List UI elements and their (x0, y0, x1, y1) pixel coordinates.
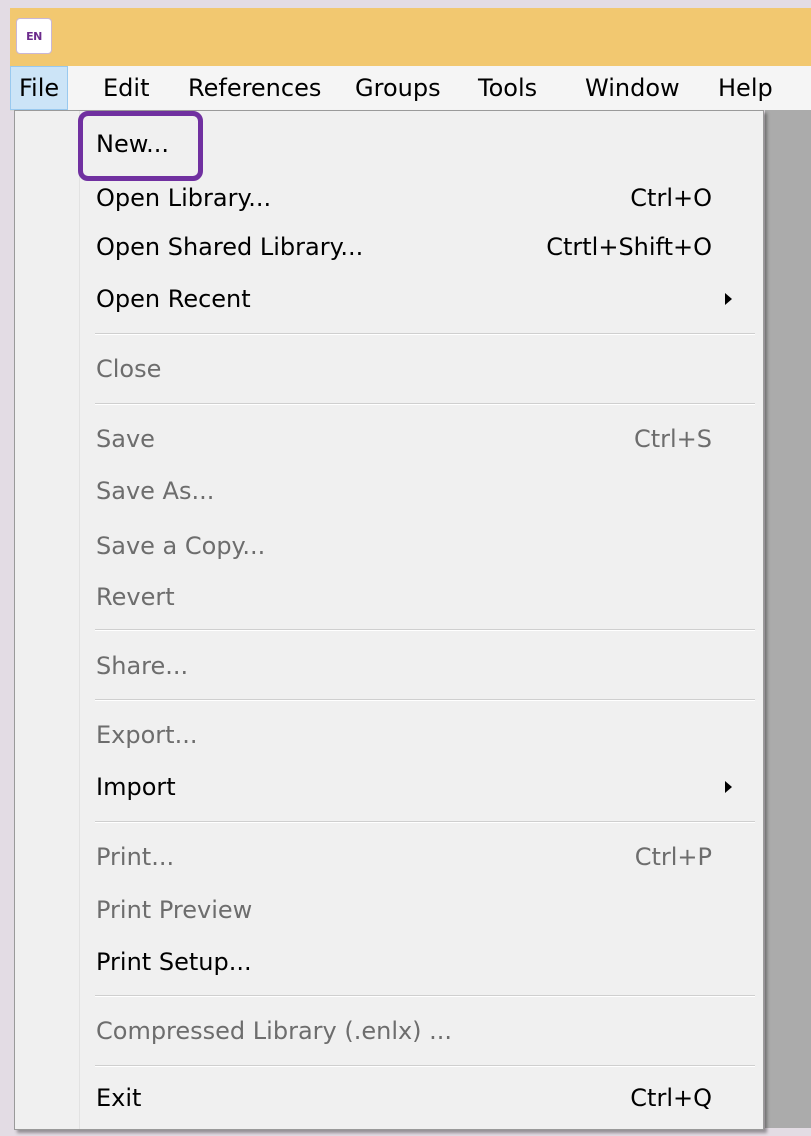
menu-item-share[interactable]: Share... (80, 641, 760, 691)
menu-references[interactable]: References (188, 66, 321, 110)
menu-item-shortcut: Ctrl+P (634, 843, 712, 871)
menu-item-save-a-copy[interactable]: Save a Copy... (80, 521, 760, 571)
menu-item-open-recent[interactable]: Open Recent (80, 274, 760, 324)
menu-item-shortcut: Ctrtl+Shift+O (546, 233, 712, 261)
submenu-arrow-icon (725, 293, 732, 305)
menu-item-print-setup[interactable]: Print Setup... (80, 937, 760, 987)
menu-tools[interactable]: Tools (478, 66, 537, 110)
menu-item-label: Share... (96, 652, 189, 680)
menu-item-exit[interactable]: Exit Ctrl+Q (80, 1073, 760, 1123)
menu-item-label: Revert (96, 583, 175, 611)
menu-item-import[interactable]: Import (80, 762, 760, 812)
menu-item-export[interactable]: Export... (80, 710, 760, 760)
menu-separator (95, 333, 755, 335)
menu-icon-gutter (15, 111, 80, 1129)
menu-item-shortcut: Ctrl+S (633, 425, 712, 453)
menu-file[interactable]: File (10, 66, 69, 110)
menu-item-label: Close (96, 355, 162, 383)
submenu-arrow-icon (725, 781, 732, 793)
menu-separator (95, 629, 755, 631)
menu-item-label: Save a Copy... (96, 532, 266, 560)
menu-item-print-preview[interactable]: Print Preview (80, 885, 760, 935)
menu-item-compressed-library[interactable]: Compressed Library (.enlx) ... (80, 1006, 760, 1056)
menu-item-label: Import (96, 773, 176, 801)
menu-bar: File Edit References Groups Tools Window… (10, 66, 811, 111)
menu-item-label: Save As... (96, 477, 215, 505)
menu-item-label: Exit (96, 1084, 142, 1112)
endnote-app-icon[interactable]: EN (16, 18, 52, 54)
menu-item-save[interactable]: Save Ctrl+S (80, 414, 760, 464)
callout-highlight-box (78, 111, 203, 181)
app-icon-text: EN (26, 29, 42, 43)
menu-separator (95, 995, 755, 997)
menu-window[interactable]: Window (585, 66, 680, 110)
menu-item-revert[interactable]: Revert (80, 572, 760, 622)
menu-item-label: Print Setup... (96, 948, 252, 976)
menu-separator (95, 821, 755, 823)
menu-item-label: Open Shared Library... (96, 233, 364, 261)
application-window: EN File Edit References Groups Tools Win… (0, 0, 811, 1136)
menu-item-shortcut: Ctrl+Q (630, 1084, 712, 1112)
menu-separator (95, 699, 755, 701)
menu-item-save-as[interactable]: Save As... (80, 466, 760, 516)
menu-separator (95, 1065, 755, 1067)
file-menu-dropdown: New... Open Library... Ctrl+O Open Share… (14, 110, 764, 1130)
menu-separator (95, 403, 755, 405)
menu-edit[interactable]: Edit (103, 66, 149, 110)
menu-item-open-shared-library[interactable]: Open Shared Library... Ctrtl+Shift+O (80, 222, 760, 272)
menu-item-label: Compressed Library (.enlx) ... (96, 1017, 453, 1045)
menu-help[interactable]: Help (718, 66, 773, 110)
menu-item-label: Print Preview (96, 896, 253, 924)
menu-item-label: Open Recent (96, 285, 251, 313)
menu-item-print[interactable]: Print... Ctrl+P (80, 832, 760, 882)
menu-item-close[interactable]: Close (80, 344, 760, 394)
menu-item-label: Save (96, 425, 155, 453)
title-bar (10, 8, 811, 66)
menu-item-label: Print... (96, 843, 175, 871)
menu-groups[interactable]: Groups (355, 66, 441, 110)
background-workspace (765, 110, 811, 1128)
menu-item-label: Export... (96, 721, 198, 749)
menu-item-shortcut: Ctrl+O (630, 184, 712, 212)
